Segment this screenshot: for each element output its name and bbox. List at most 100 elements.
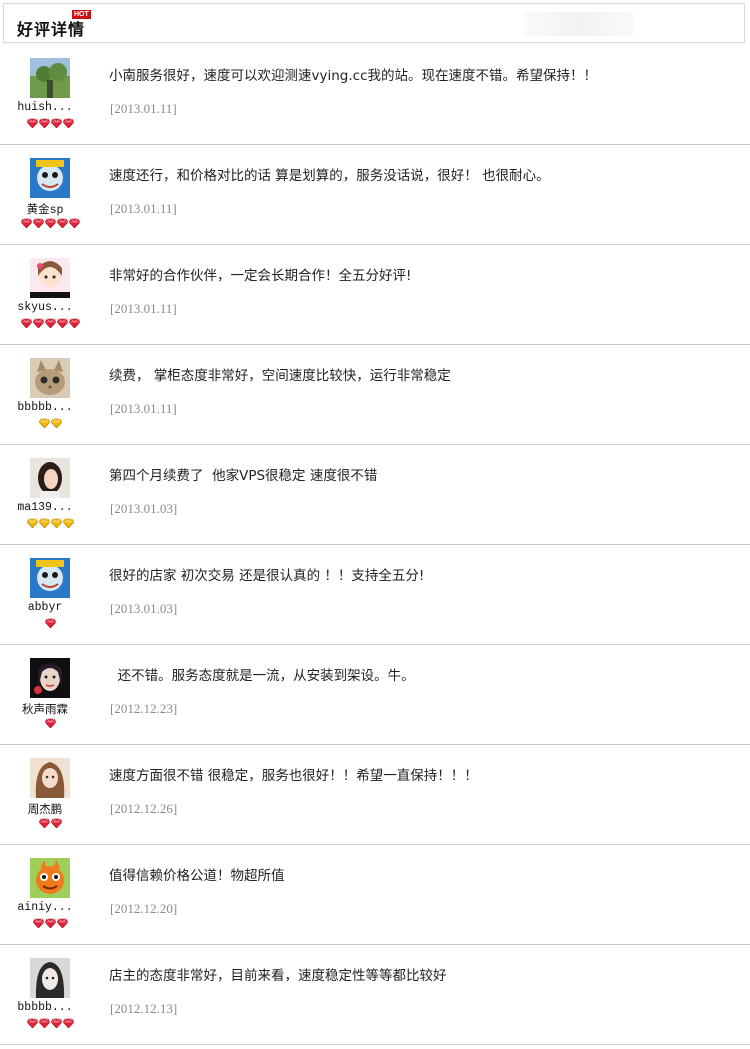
avatar-image: [30, 458, 70, 498]
credit-rating: [0, 118, 100, 128]
review-item: ainiy... 值得信赖价格公道！物超所值 [2012.12.20]: [0, 845, 750, 945]
review-item: bbbbb... 店主的态度非常好，目前来看，速度稳定性等等都比较好 [2012…: [0, 945, 750, 1045]
review-date: [2013.01.03]: [110, 601, 178, 616]
review-item: skyus... 非常好的合作伙伴，一定会长期合作！全五分好评! [2013.0…: [0, 245, 750, 345]
review-item: bbbbb... 续费， 掌柜态度非常好，空间速度比较快，运行非常稳定 [201…: [0, 345, 750, 445]
username-link[interactable]: 秋声雨霖: [10, 701, 80, 717]
username-link[interactable]: bbbbb...: [10, 401, 80, 414]
credit-gem-icon: [26, 518, 38, 528]
review-date: [2013.01.11]: [110, 401, 177, 416]
credit-rating: [0, 1018, 100, 1028]
credit-rating: [0, 918, 100, 928]
credit-gem-icon: [32, 918, 44, 928]
review-item: 周杰鹏 速度方面很不错 很稳定，服务也很好！！希望一直保持！！！ [2012.1…: [0, 745, 750, 845]
user-avatar[interactable]: [30, 58, 70, 98]
review-comment: 值得信赖价格公道！物超所值: [109, 868, 285, 884]
user-avatar[interactable]: [30, 358, 70, 398]
review-list: huish... 小南服务很好，速度可以欢迎测速vying.cc我的站。现在速度…: [0, 45, 750, 1045]
avatar-image: [30, 758, 70, 798]
avatar-image: [30, 658, 70, 698]
review-item: 秋声雨霖 还不错。服务态度就是一流，从安装到架设。牛。 [2012.12.23]: [0, 645, 750, 745]
user-avatar[interactable]: [30, 758, 70, 798]
username-link[interactable]: abbyr: [10, 601, 80, 614]
user-avatar[interactable]: [30, 158, 70, 198]
username-link[interactable]: ainiy...: [10, 901, 80, 914]
review-item: huish... 小南服务很好，速度可以欢迎测速vying.cc我的站。现在速度…: [0, 45, 750, 145]
credit-gem-icon: [50, 818, 62, 828]
section-title: 好评详情: [17, 20, 86, 39]
credit-gem-icon: [26, 1018, 38, 1028]
credit-gem-icon: [44, 318, 56, 328]
credit-gem-icon: [62, 1018, 74, 1028]
user-avatar[interactable]: [30, 658, 70, 698]
credit-gem-icon: [38, 1018, 50, 1028]
credit-rating: [0, 818, 100, 828]
review-date: [2013.01.11]: [110, 301, 177, 316]
credit-gem-icon: [56, 318, 68, 328]
credit-gem-icon: [38, 518, 50, 528]
user-avatar[interactable]: [30, 558, 70, 598]
avatar-image: [30, 358, 70, 398]
review-date: [2013.01.03]: [110, 501, 178, 516]
credit-rating: [0, 618, 100, 628]
credit-gem-icon: [44, 618, 56, 628]
user-avatar[interactable]: [30, 958, 70, 998]
credit-rating: [0, 218, 100, 228]
credit-gem-icon: [50, 118, 62, 128]
credit-gem-icon: [38, 418, 50, 428]
user-avatar[interactable]: [30, 858, 70, 898]
credit-gem-icon: [56, 918, 68, 928]
credit-gem-icon: [38, 818, 50, 828]
review-date: [2012.12.26]: [110, 801, 178, 816]
review-comment: 非常好的合作伙伴，一定会长期合作！全五分好评!: [109, 268, 412, 284]
review-comment: 速度方面很不错 很稳定，服务也很好！！希望一直保持！！！: [109, 768, 478, 784]
review-comment: 还不错。服务态度就是一流，从安装到架设。牛。: [109, 668, 415, 684]
credit-gem-icon: [44, 918, 56, 928]
username-link[interactable]: skyus...: [10, 301, 80, 314]
credit-gem-icon: [20, 318, 32, 328]
credit-gem-icon: [32, 318, 44, 328]
review-comment: 第四个月续费了 他家VPS很稳定 速度很不错: [109, 468, 378, 484]
review-item: abbyr 很好的店家 初次交易 还是很认真的 ！！支持全五分! [2013.0…: [0, 545, 750, 645]
credit-gem-icon: [68, 218, 80, 228]
avatar-image: [30, 158, 70, 198]
username-link[interactable]: 周杰鹏: [10, 801, 80, 817]
avatar-image: [30, 958, 70, 998]
username-link[interactable]: huish...: [10, 101, 80, 114]
review-comment: 续费， 掌柜态度非常好，空间速度比较快，运行非常稳定: [109, 368, 451, 384]
credit-rating: [0, 318, 100, 328]
avatar-image: [30, 258, 70, 298]
credit-rating: [0, 718, 100, 728]
credit-gem-icon: [68, 318, 80, 328]
credit-gem-icon: [62, 118, 74, 128]
username-link[interactable]: 黄金sp: [10, 201, 80, 217]
review-date: [2013.01.11]: [110, 201, 177, 216]
section-header: 好评详情 HOT: [3, 3, 745, 43]
review-comment: 速度还行，和价格对比的话 算是划算的，服务没话说，很好！ 也很耐心。: [109, 168, 550, 184]
review-date: [2012.12.13]: [110, 1001, 178, 1016]
avatar-image: [30, 558, 70, 598]
review-item: 黄金sp 速度还行，和价格对比的话 算是划算的，服务没话说，很好！ 也很耐心。 …: [0, 145, 750, 245]
avatar-image: [30, 858, 70, 898]
credit-gem-icon: [44, 718, 56, 728]
credit-gem-icon: [50, 518, 62, 528]
credit-gem-icon: [56, 218, 68, 228]
header-placeholder: [524, 12, 634, 36]
user-avatar[interactable]: [30, 458, 70, 498]
avatar-image: [30, 58, 70, 98]
review-date: [2012.12.20]: [110, 901, 178, 916]
credit-gem-icon: [32, 218, 44, 228]
user-avatar[interactable]: [30, 258, 70, 298]
credit-gem-icon: [20, 218, 32, 228]
credit-gem-icon: [62, 518, 74, 528]
credit-rating: [0, 518, 100, 528]
username-link[interactable]: ma139...: [10, 501, 80, 514]
credit-gem-icon: [50, 1018, 62, 1028]
credit-gem-icon: [26, 118, 38, 128]
review-date: [2012.12.23]: [110, 701, 178, 716]
credit-rating: [0, 418, 100, 428]
username-link[interactable]: bbbbb...: [10, 1001, 80, 1014]
hot-badge: HOT: [72, 10, 91, 19]
credit-gem-icon: [38, 118, 50, 128]
review-comment: 店主的态度非常好，目前来看，速度稳定性等等都比较好: [109, 968, 447, 984]
